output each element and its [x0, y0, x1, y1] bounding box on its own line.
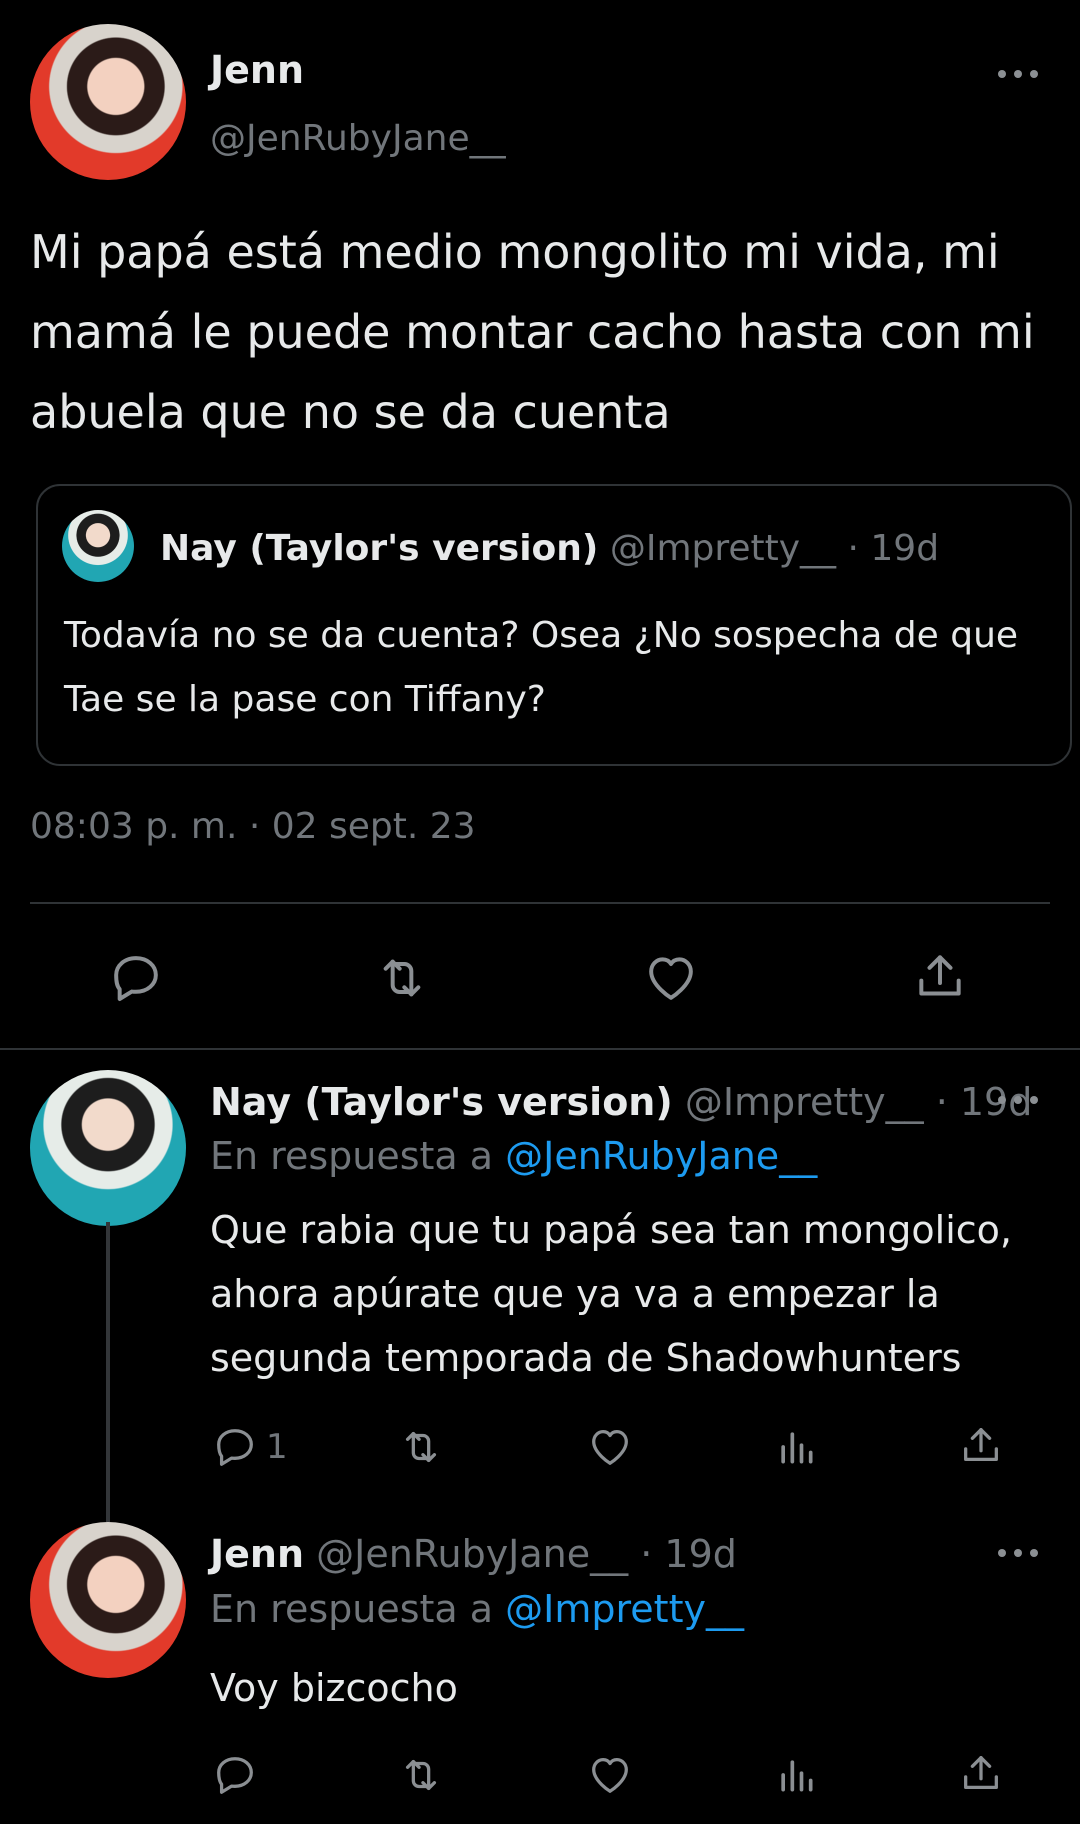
reply-prefix: En respuesta a — [210, 1587, 494, 1631]
mention-link[interactable]: @JenRubyJane__ — [505, 1134, 817, 1178]
tweet-timestamp[interactable]: 08:03 p. m. · 02 sept. 23 — [30, 806, 476, 847]
reply-icon — [114, 956, 158, 1001]
like-icon — [592, 1430, 628, 1465]
quoted-author-name: Nay (Taylor's version) — [160, 528, 599, 569]
tweet-age: · 19d — [640, 1532, 737, 1576]
retweet-button[interactable] — [372, 950, 432, 1006]
reply-count: 1 — [266, 1427, 288, 1467]
tweet-text: Mi papá está medio mongolito mi vida, mi… — [30, 225, 1035, 439]
views-icon — [781, 1760, 813, 1792]
views-button[interactable] — [774, 1424, 818, 1470]
mention-link[interactable]: @Impretty__ — [505, 1587, 744, 1631]
divider — [30, 902, 1050, 904]
share-icon — [919, 955, 961, 996]
author-name[interactable]: Jenn — [210, 1532, 304, 1576]
author-handle[interactable]: @Impretty__ — [685, 1080, 924, 1124]
author-handle[interactable]: @JenRubyJane__ — [210, 118, 506, 159]
quoted-header: Nay (Taylor's version) @Impretty__ · 19d — [160, 528, 939, 569]
author-name[interactable]: Nay (Taylor's version) — [210, 1080, 673, 1124]
quoted-avatar — [62, 510, 134, 582]
retweet-button[interactable] — [396, 1752, 446, 1798]
quoted-text: Todavía no se da cuenta? Osea ¿No sospec… — [64, 615, 1019, 720]
retweet-icon — [383, 959, 421, 997]
share-icon — [964, 1756, 998, 1790]
views-icon — [781, 1432, 813, 1464]
tweet-text: Voy bizcocho — [210, 1666, 458, 1710]
more-options-icon[interactable] — [998, 1547, 1038, 1559]
reply-button[interactable]: 1 — [212, 1424, 288, 1470]
more-options-icon[interactable] — [998, 68, 1038, 80]
like-button[interactable] — [586, 1424, 634, 1470]
like-button[interactable] — [586, 1752, 634, 1798]
share-button[interactable] — [912, 948, 968, 1004]
share-button[interactable] — [958, 1422, 1004, 1468]
retweet-icon — [405, 1431, 437, 1463]
reply-context: En respuesta a @Impretty__ — [210, 1587, 744, 1631]
views-button[interactable] — [774, 1752, 818, 1798]
retweet-icon — [405, 1759, 437, 1791]
share-button[interactable] — [958, 1750, 1004, 1796]
reply-prefix: En respuesta a — [210, 1134, 494, 1178]
quoted-tweet[interactable]: Nay (Taylor's version) @Impretty__ · 19d… — [36, 484, 1072, 766]
like-icon — [649, 957, 693, 1000]
quoted-age: · 19d — [847, 528, 940, 569]
tweet-text: Que rabia que tu papá sea tan mongolico,… — [210, 1208, 1012, 1380]
more-options-icon[interactable] — [998, 1094, 1038, 1106]
author-name[interactable]: Jenn — [210, 48, 304, 92]
like-icon — [592, 1758, 628, 1793]
reply-context: En respuesta a @JenRubyJane__ — [210, 1134, 817, 1178]
reply-icon — [217, 1757, 253, 1794]
quoted-author-handle: @Impretty__ — [609, 528, 837, 569]
reply-header: Jenn @JenRubyJane__ · 19d — [210, 1532, 737, 1576]
avatar[interactable] — [30, 1522, 186, 1678]
thread-line — [106, 1222, 110, 1522]
reply-button[interactable] — [108, 950, 164, 1006]
share-icon — [964, 1428, 998, 1462]
retweet-button[interactable] — [396, 1424, 446, 1470]
avatar[interactable] — [30, 24, 186, 180]
author-handle[interactable]: @JenRubyJane__ — [316, 1532, 628, 1576]
reply-header: Nay (Taylor's version) @Impretty__ · 19d — [210, 1080, 1032, 1124]
divider — [0, 1048, 1080, 1050]
reply-icon — [217, 1429, 253, 1466]
avatar[interactable] — [30, 1070, 186, 1226]
reply-button[interactable] — [212, 1752, 258, 1798]
like-button[interactable] — [642, 950, 700, 1006]
